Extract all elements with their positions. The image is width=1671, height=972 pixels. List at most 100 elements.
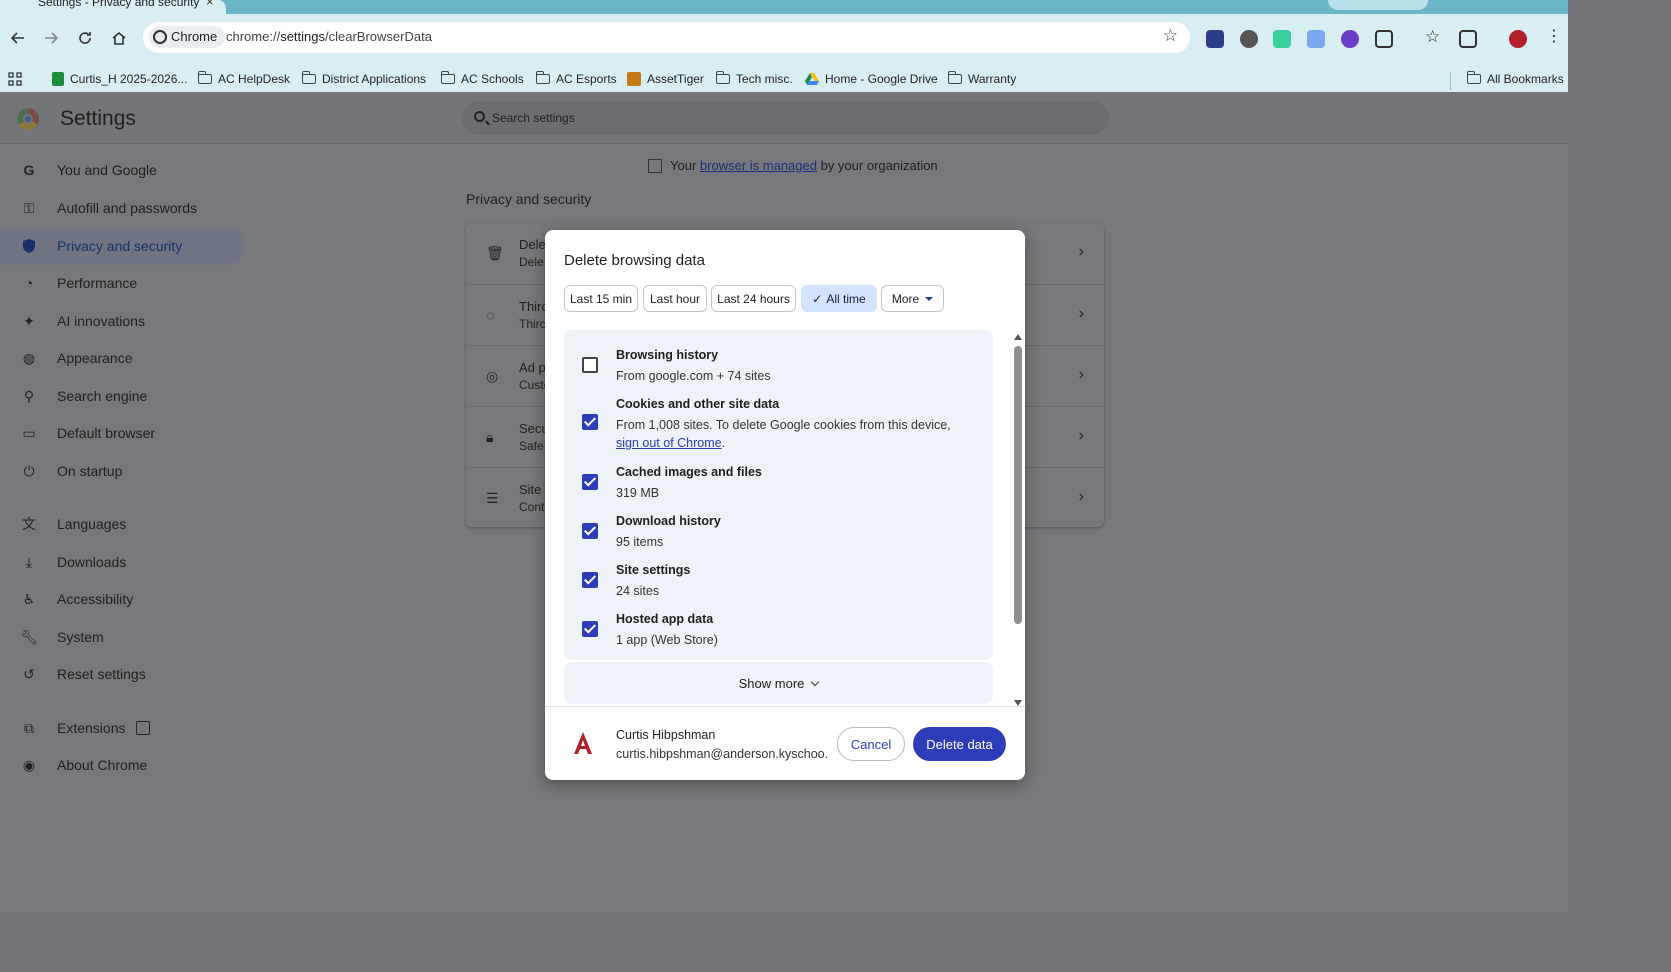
extension-5-icon[interactable] bbox=[1341, 30, 1359, 48]
shield-icon bbox=[20, 237, 38, 255]
site-chip[interactable]: Chrome bbox=[149, 26, 226, 48]
extension-2-icon[interactable] bbox=[1240, 30, 1258, 48]
bookmark-item[interactable]: AC Esports bbox=[535, 71, 617, 86]
search-placeholder: Search settings bbox=[492, 111, 575, 125]
page-title: Settings bbox=[60, 107, 136, 130]
sidebar-item-about[interactable]: ◉ About Chrome bbox=[0, 746, 245, 784]
profile-avatar[interactable] bbox=[1509, 30, 1527, 48]
caret-down-icon bbox=[925, 296, 934, 301]
bookmark-item[interactable]: Tech misc. bbox=[715, 71, 793, 86]
forward-icon[interactable] bbox=[39, 26, 63, 50]
external-link-icon bbox=[136, 721, 150, 735]
gemini-pill[interactable] bbox=[1328, 0, 1428, 10]
sidebar-item-default-browser[interactable]: ▭ Default browser bbox=[0, 414, 245, 452]
sidebar-item-languages[interactable]: 文 Languages bbox=[0, 505, 245, 543]
bookmark-item[interactable]: Warranty bbox=[947, 71, 1016, 86]
range-more-dropdown[interactable]: More bbox=[881, 285, 944, 312]
address-bar[interactable]: Chrome chrome://settings/clearBrowserDat… bbox=[143, 22, 1190, 53]
checkbox-site-settings[interactable] bbox=[582, 572, 598, 588]
reset-icon: ↺ bbox=[23, 665, 35, 682]
sidebar-item-reset[interactable]: ↺ Reset settings bbox=[0, 655, 245, 693]
download-icon: ⤓ bbox=[25, 553, 33, 570]
show-more-button[interactable]: Show more bbox=[564, 662, 993, 704]
sidebar-item-system[interactable]: 🔧︎ System bbox=[0, 618, 245, 656]
sign-out-link[interactable]: sign out of Chrome bbox=[616, 436, 722, 450]
speedometer-icon: ◔ bbox=[24, 275, 34, 291]
dialog-scrollbar[interactable] bbox=[1013, 334, 1022, 706]
palette-icon: ◍ bbox=[22, 349, 36, 366]
checkbox-download-history[interactable] bbox=[582, 523, 598, 539]
chrome-logo-icon bbox=[153, 30, 167, 44]
sidebar-item-privacy[interactable]: Privacy and security bbox=[0, 227, 245, 265]
bookmark-item[interactable]: Curtis_H 2025-2026... bbox=[52, 72, 187, 86]
item-title: Cookies and other site data bbox=[616, 397, 780, 411]
extension-3-icon[interactable] bbox=[1273, 30, 1291, 48]
extension-4-icon[interactable] bbox=[1307, 30, 1325, 48]
puzzle-icon: ⧉ bbox=[24, 719, 34, 736]
sidebar-item-performance[interactable]: ◔ Performance bbox=[0, 264, 245, 302]
sliders-icon: ☰ bbox=[486, 490, 499, 506]
site-chip-label: Chrome bbox=[171, 29, 218, 44]
cancel-button[interactable]: Cancel bbox=[837, 727, 905, 761]
sidebar-item-on-startup[interactable]: ⏻ On startup bbox=[0, 452, 245, 490]
checkbox-cached-images[interactable] bbox=[582, 474, 598, 490]
sidebar-item-ai[interactable]: ✦ AI innovations bbox=[0, 302, 245, 340]
bookmark-item[interactable]: District Applications bbox=[301, 71, 426, 86]
apps-grid-icon[interactable] bbox=[8, 72, 22, 86]
range-last-24-hours[interactable]: Last 24 hours bbox=[711, 285, 796, 312]
bookmark-item[interactable]: AssetTiger bbox=[627, 72, 704, 86]
delete-data-button[interactable]: Delete data bbox=[913, 727, 1006, 761]
ad-icon: ◎ bbox=[486, 368, 499, 384]
checkbox-browsing-history[interactable] bbox=[582, 357, 598, 373]
checkbox-hosted-app-data[interactable] bbox=[582, 621, 598, 637]
sidebar-item-search-engine[interactable]: ⚲ Search engine bbox=[0, 377, 245, 415]
all-bookmarks[interactable]: All Bookmarks bbox=[1466, 71, 1564, 86]
managed-notice: Your browser is managed by your organiza… bbox=[648, 158, 938, 173]
bookmark-item[interactable]: Home - Google Drive bbox=[805, 72, 938, 86]
back-icon[interactable] bbox=[6, 26, 30, 50]
reload-icon[interactable] bbox=[73, 26, 97, 50]
sidebar-item-downloads[interactable]: ⤓ Downloads bbox=[0, 543, 245, 581]
checkbox-cookies[interactable] bbox=[582, 414, 598, 430]
trash-icon: 🗑︎ bbox=[486, 245, 504, 261]
search-icon bbox=[474, 111, 485, 122]
account-logo bbox=[567, 727, 599, 759]
tab-search-icon[interactable] bbox=[1459, 30, 1477, 48]
bookmark-item[interactable]: AC HelpDesk bbox=[197, 71, 290, 86]
extensions-puzzle-icon[interactable] bbox=[1375, 30, 1393, 48]
active-tab[interactable]: Settings - Privacy and security × bbox=[0, 0, 226, 14]
folder-icon bbox=[440, 71, 455, 84]
tab-close-icon[interactable]: × bbox=[206, 0, 214, 9]
range-last-15-min[interactable]: Last 15 min bbox=[564, 285, 638, 312]
chevron-right-icon: › bbox=[1078, 488, 1084, 505]
folder-icon bbox=[197, 71, 212, 84]
url-text[interactable]: chrome://settings/clearBrowserData bbox=[226, 29, 432, 44]
extension-1-icon[interactable] bbox=[1206, 30, 1224, 48]
menu-kebab-icon[interactable]: ⋮ bbox=[1546, 26, 1564, 45]
scroll-up-arrow-icon[interactable] bbox=[1014, 334, 1022, 340]
key-icon: ⚿ bbox=[23, 199, 35, 216]
item-title: Browsing history bbox=[616, 348, 719, 362]
drive-icon bbox=[805, 73, 819, 85]
bookmark-item[interactable]: AC Schools bbox=[440, 71, 524, 86]
home-icon[interactable] bbox=[107, 26, 131, 50]
chrome-logo-icon bbox=[17, 108, 39, 130]
search-settings-input[interactable]: Search settings bbox=[462, 101, 1109, 135]
item-subtitle: 319 MB bbox=[616, 486, 660, 500]
range-last-hour[interactable]: Last hour bbox=[643, 285, 707, 312]
sidebar-item-extensions[interactable]: ⧉ Extensions bbox=[0, 709, 245, 747]
bookmarks-star-icon[interactable]: ☆ bbox=[1425, 27, 1443, 46]
checkmark-icon: ✓ bbox=[812, 291, 823, 306]
scroll-thumb[interactable] bbox=[1014, 346, 1022, 624]
sidebar-item-accessibility[interactable]: ♿ Accessibility bbox=[0, 580, 245, 618]
sidebar-item-autofill[interactable]: ⚿ Autofill and passwords bbox=[0, 189, 245, 227]
managed-link[interactable]: browser is managed bbox=[700, 158, 817, 173]
item-subtitle: 1 app (Web Store) bbox=[616, 633, 718, 647]
bookmark-star-icon[interactable]: ☆ bbox=[1163, 26, 1178, 46]
tab-title: Settings - Privacy and security bbox=[38, 0, 200, 9]
range-all-time[interactable]: ✓ All time bbox=[801, 285, 877, 312]
sidebar-item-you-and-google[interactable]: G You and Google bbox=[0, 151, 245, 189]
sidebar-item-appearance[interactable]: ◍ Appearance bbox=[0, 339, 245, 377]
dialog-title: Delete browsing data bbox=[564, 252, 705, 269]
chevron-down-icon bbox=[811, 677, 820, 686]
